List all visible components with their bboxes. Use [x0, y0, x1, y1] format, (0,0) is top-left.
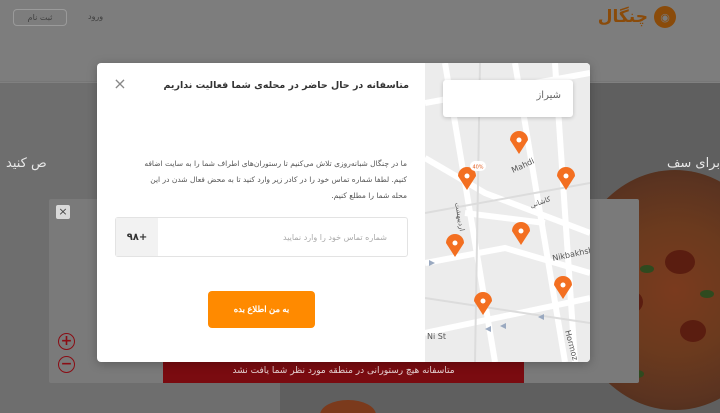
phone-field: +۹۸	[115, 217, 408, 257]
modal-description: ما در چنگال شبانه‌روزی تلاش می‌کنیم تا ر…	[144, 159, 407, 200]
hero-heading-fragment-left: ص کنید	[6, 156, 47, 171]
notify-me-button[interactable]: به من اطلاع بده	[208, 291, 315, 328]
map-close-button[interactable]: ×	[56, 205, 70, 219]
zoom-out-button[interactable]: −	[58, 356, 75, 373]
signup-button[interactable]: ثبت نام	[13, 9, 67, 26]
city-selector[interactable]: شیراز	[443, 80, 573, 117]
zoom-in-button[interactable]: +	[58, 333, 75, 350]
modal-content: × متاسفانه در حال حاضر در محله‌ی شما فعا…	[97, 63, 425, 362]
out-of-area-modal: Mahdi Nikbakhsh Hormoz Ni St کاشانی اردی…	[97, 63, 590, 362]
logo-text: چنگال	[597, 7, 648, 27]
phone-input[interactable]	[160, 218, 407, 256]
no-restaurant-error-banner: متاسفانه هیچ رستورانی در منطقه مورد نظر …	[163, 359, 524, 383]
discount-badge-text: 40%	[472, 165, 483, 171]
map-label-ni-st: Ni St	[427, 332, 446, 341]
phone-country-code: +۹۸	[116, 218, 158, 256]
discount-badge: 40%	[470, 161, 486, 171]
modal-close-icon[interactable]: ×	[113, 76, 127, 92]
hero-heading-fragment: برای سف	[666, 156, 720, 171]
site-logo[interactable]: ◉ چنگال	[598, 6, 676, 28]
page: ◉ چنگال ورود ثبت نام برای سف ص کنید × + …	[0, 0, 720, 413]
login-link[interactable]: ورود	[88, 12, 103, 21]
city-name: شیراز	[536, 90, 561, 101]
logo-icon: ◉	[654, 6, 676, 28]
modal-title: متاسفانه در حال حاضر در محله‌ی شما فعالی…	[163, 80, 409, 91]
